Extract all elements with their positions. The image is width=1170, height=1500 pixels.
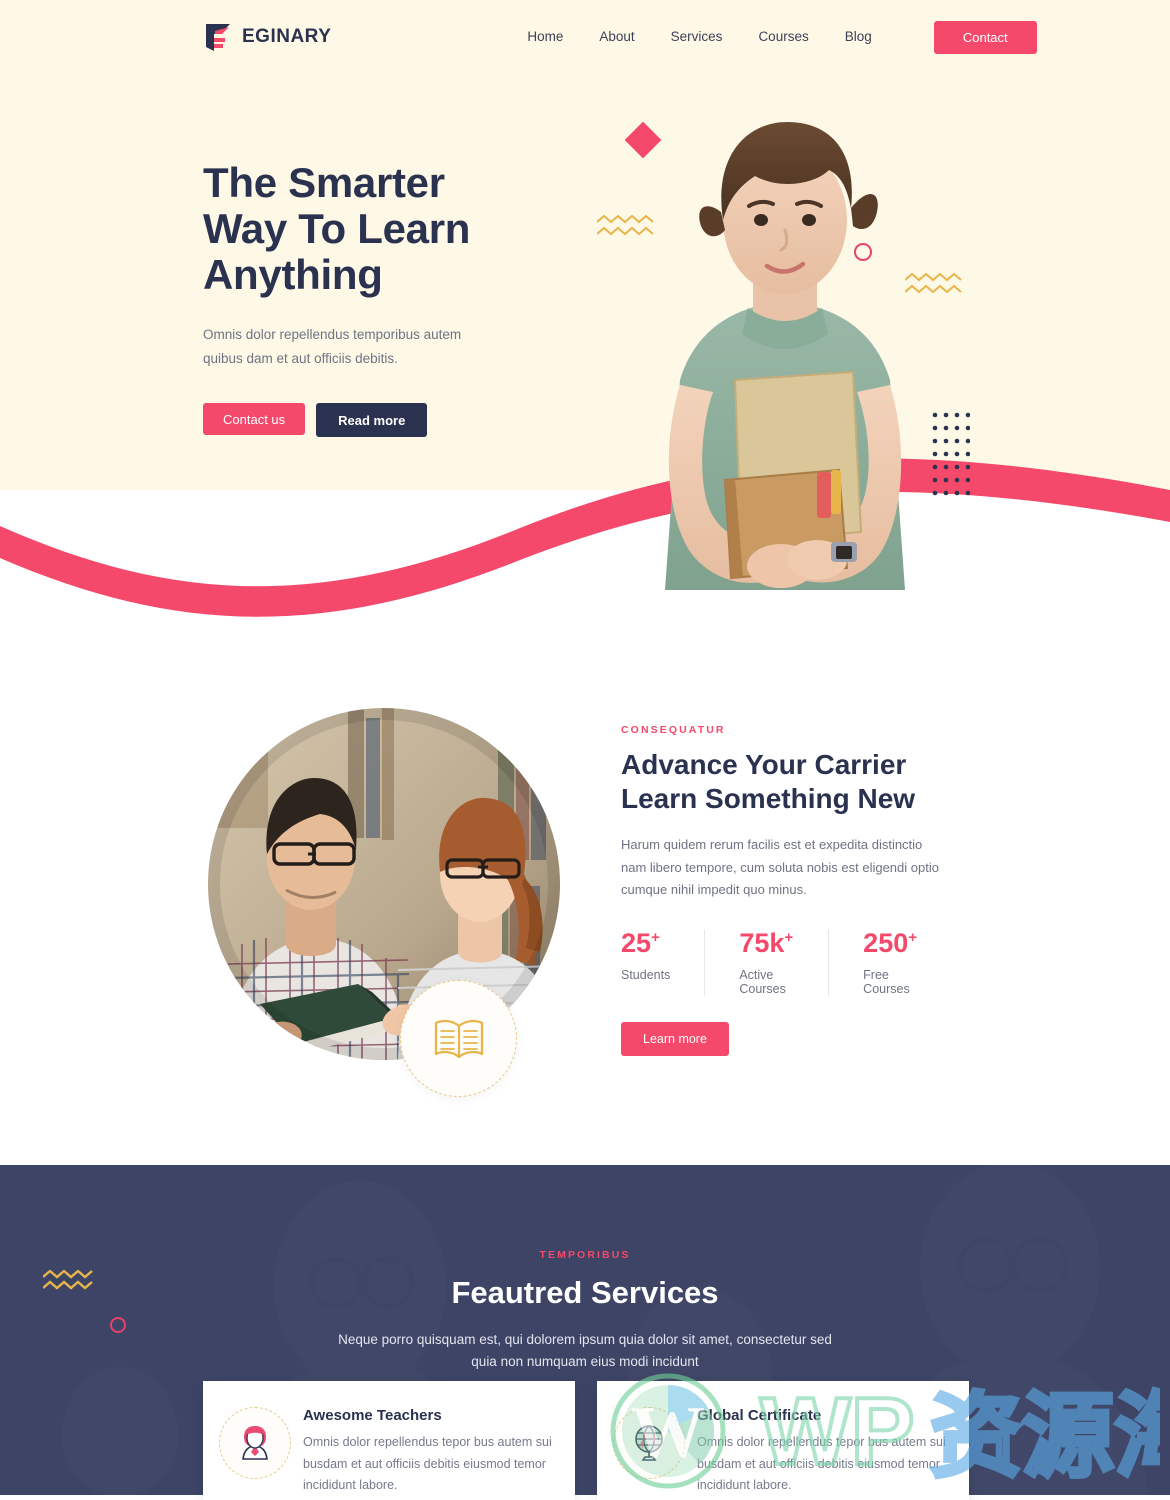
service-card-text: Omnis dolor repellendus tepor bus autem … (697, 1435, 946, 1493)
pink-circle-outline-icon (854, 243, 872, 261)
hero-subtitle: Omnis dolor repellendus temporibus autem… (203, 327, 462, 367)
about-copy: CONSEQUATUR Advance Your Carrier Learn S… (621, 724, 951, 1056)
eginary-flag-logo-icon (206, 24, 230, 51)
stats-row: 25+ Students 75k+ Active Courses 250+ Fr… (621, 927, 951, 996)
stat-label: Free Courses (863, 967, 910, 996)
stat-number: 25 (621, 927, 652, 958)
learn-more-button[interactable]: Learn more (621, 1021, 729, 1056)
stat-number: 75k (739, 927, 785, 958)
teacher-avatar-icon-wrap (219, 1407, 291, 1479)
stat-active-courses: 75k+ Active Courses (704, 927, 828, 996)
about-section: CONSEQUATUR Advance Your Carrier Learn S… (0, 660, 1170, 1165)
stat-free-courses: 250+ Free Courses (828, 927, 951, 996)
about-title-line-2: Learn Something New (621, 783, 916, 815)
service-card-title: Global Certificate (697, 1407, 822, 1424)
hero-title-line-2: Way To Learn (203, 204, 471, 252)
hero-buttons: Contact us Read more (203, 403, 663, 438)
nav-item-home[interactable]: Home (509, 30, 581, 44)
open-book-badge (400, 980, 517, 1097)
main-nav: Home About Services Courses Blog Contact (509, 20, 1037, 54)
service-card-text: Omnis dolor repellendus tepor bus autem … (303, 1435, 552, 1493)
site-header: EGINARY Home About Services Courses Blog… (0, 0, 1170, 74)
contact-us-button[interactable]: Contact us (203, 403, 306, 436)
hero-copy: The Smarter Way To Learn Anything Omnis … (203, 160, 663, 438)
hero-section: EGINARY Home About Services Courses Blog… (0, 0, 1170, 660)
contact-button[interactable]: Contact (933, 20, 1037, 54)
nav-item-blog[interactable]: Blog (827, 30, 890, 44)
stat-label: Active Courses (739, 967, 786, 996)
service-card-global-certificate[interactable]: Global Certificate Omnis dolor repellend… (597, 1381, 969, 1500)
services-title: Feautred Services (451, 1275, 719, 1310)
globe-certificate-icon (635, 1425, 663, 1461)
service-card-title: Awesome Teachers (303, 1407, 442, 1424)
nav-item-courses[interactable]: Courses (740, 30, 826, 44)
stat-suffix: + (908, 928, 917, 946)
stat-number: 250 (863, 927, 909, 958)
service-card-body: Awesome Teachers Omnis dolor repellendus… (303, 1405, 557, 1497)
about-text: Harum quidem rerum facilis est et expedi… (621, 837, 939, 898)
service-card-awesome-teachers[interactable]: Awesome Teachers Omnis dolor repellendus… (203, 1381, 575, 1500)
teacher-avatar-icon (242, 1426, 268, 1460)
service-cards: Awesome Teachers Omnis dolor repellendus… (203, 1381, 969, 1500)
about-title: Advance Your Carrier Learn Something New (621, 748, 951, 816)
yellow-zigzag-icon-3 (43, 1270, 93, 1290)
services-subtitle: Neque porro quisquam est, qui dolorem ip… (338, 1332, 832, 1370)
stat-label: Students (621, 967, 671, 982)
logo-text: EGINARY (242, 26, 332, 47)
stat-suffix: + (784, 928, 794, 946)
stat-value: 75k+ (739, 927, 794, 958)
logo[interactable]: EGINARY (203, 21, 331, 53)
hero-title-line-3: Anything (203, 250, 383, 298)
open-book-icon (434, 1019, 483, 1058)
services-eyebrow: TEMPORIBUS (539, 1249, 631, 1261)
stat-students: 25+ Students (621, 927, 704, 996)
hero-title-line-1: The Smarter (203, 159, 445, 206)
navy-dot-grid-icon (932, 412, 970, 496)
nav-item-about[interactable]: About (581, 30, 652, 44)
pink-circle-outline-icon-2 (110, 1317, 126, 1333)
nav-item-services[interactable]: Services (653, 30, 741, 44)
services-header: TEMPORIBUS Feautred Services Neque porro… (0, 1165, 1170, 1374)
hero-title: The Smarter Way To Learn Anything (203, 160, 663, 297)
stat-suffix: + (651, 928, 660, 946)
service-card-body: Global Certificate Omnis dolor repellend… (697, 1405, 951, 1497)
read-more-button[interactable]: Read more (316, 403, 428, 438)
stat-value: 25+ (621, 927, 670, 958)
yellow-zigzag-icon-2 (905, 273, 962, 294)
about-title-line-1: Advance Your Carrier (621, 749, 907, 780)
stat-value: 250+ (863, 927, 917, 958)
globe-certificate-icon-wrap (613, 1407, 685, 1479)
about-eyebrow: CONSEQUATUR (621, 724, 726, 736)
